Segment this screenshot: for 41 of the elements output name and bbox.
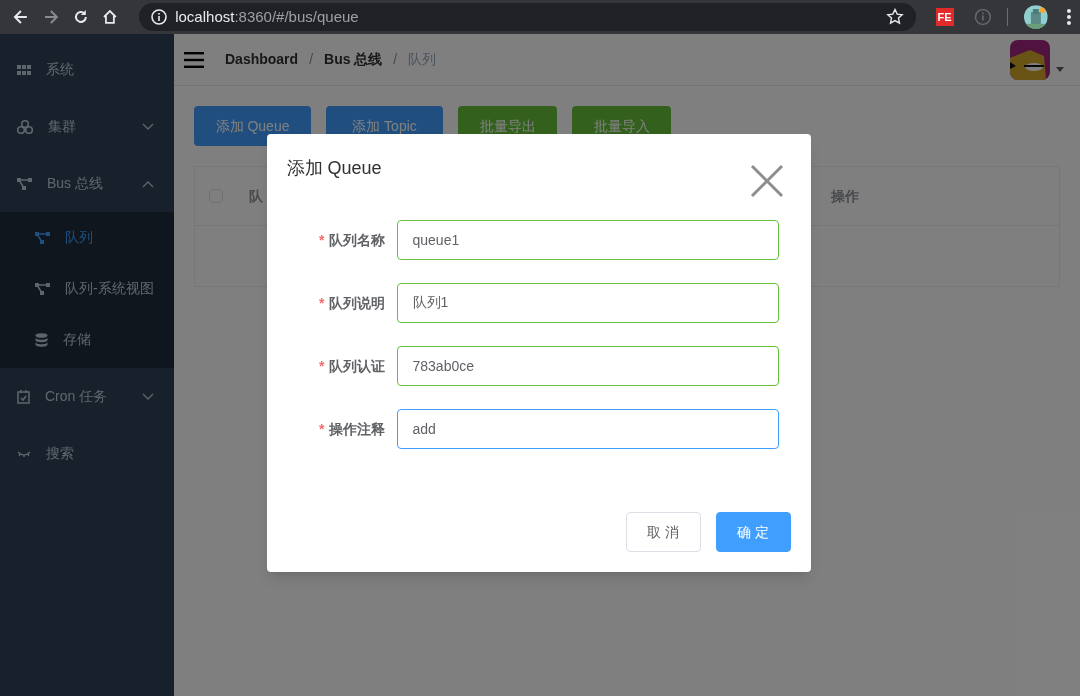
breadcrumb-link[interactable]: Dashboard: [225, 49, 299, 70]
field-label: * 队列认证: [318, 356, 386, 376]
extension-icon[interactable]: FE: [935, 8, 954, 26]
more-icon[interactable]: [1066, 8, 1072, 26]
dialog-title: 添加 Queue: [286, 157, 382, 180]
submenu-item[interactable]: 存储: [0, 314, 174, 365]
field-label: * 队列说明: [318, 293, 386, 313]
input-field[interactable]: 783ab0ce: [396, 346, 779, 386]
nodes-icon: [35, 282, 50, 295]
dialog-button[interactable]: 确 定: [715, 512, 791, 552]
field-label: * 队列名称: [318, 230, 386, 250]
dialog-button[interactable]: 取 消: [625, 512, 701, 552]
breadcrumb-separator: /: [393, 50, 398, 69]
menu-item[interactable]: 搜索: [0, 425, 174, 482]
grid-icon: [17, 64, 31, 75]
menu-item[interactable]: Bus 总线: [0, 155, 174, 212]
submenu-item[interactable]: 队列-系统视图: [0, 263, 174, 314]
circles-icon: [17, 119, 33, 134]
calendar-icon: [17, 389, 30, 404]
database-icon: [35, 332, 48, 347]
breadcrumb-link[interactable]: Bus 总线: [324, 49, 383, 70]
menu-item[interactable]: Cron 任务: [0, 368, 174, 425]
address-bar[interactable]: localhost:8360/#/bus/queue: [139, 3, 916, 31]
back-icon[interactable]: [12, 8, 30, 26]
submenu-item[interactable]: 队列: [0, 212, 174, 263]
nodes-icon: [17, 177, 32, 190]
input-field[interactable]: queue1: [396, 220, 779, 260]
avatar[interactable]: [1010, 39, 1050, 80]
breadcrumb-separator: /: [309, 50, 313, 69]
closed-eye-icon: [17, 449, 31, 458]
caret-icon[interactable]: [1056, 67, 1064, 72]
input-field[interactable]: 队列1: [396, 283, 779, 323]
menu-item[interactable]: 集群: [0, 98, 174, 155]
field-label: * 操作注释: [318, 419, 386, 439]
menu-item[interactable]: 系统: [0, 41, 174, 98]
close-icon[interactable]: [749, 164, 784, 198]
star-icon[interactable]: [885, 8, 904, 26]
menu-icon[interactable]: [184, 51, 204, 68]
nodes-icon: [35, 231, 50, 244]
url-text: localhost:8360/#/bus/queue: [175, 6, 360, 27]
input-field[interactable]: add: [396, 409, 779, 449]
